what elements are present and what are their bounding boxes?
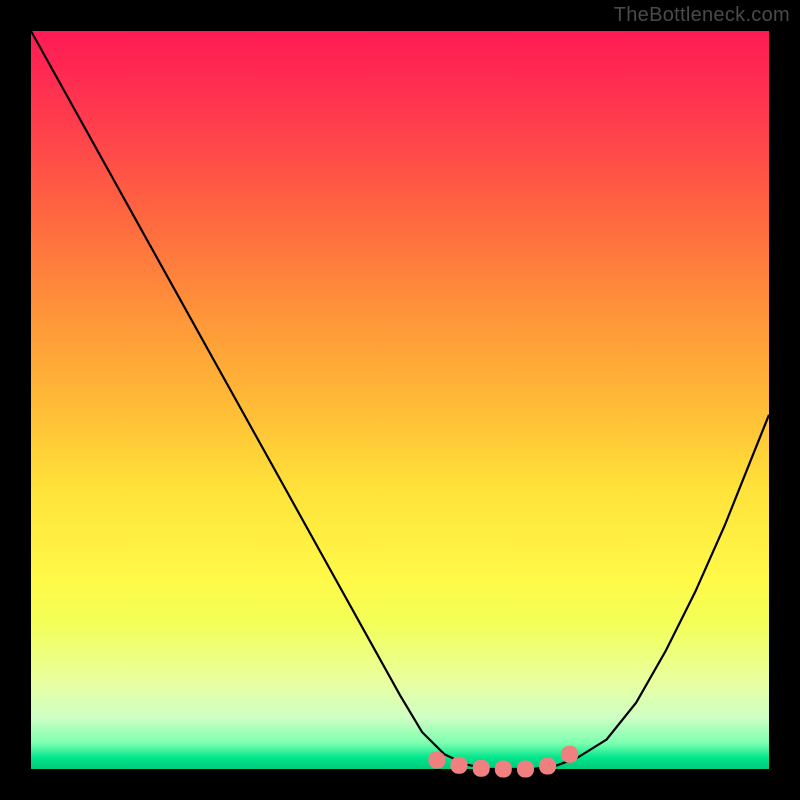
marker-dot: [451, 757, 467, 773]
marker-dot: [495, 761, 511, 777]
marker-dot: [540, 758, 556, 774]
optimal-range-markers: [429, 746, 578, 777]
watermark-text: TheBottleneck.com: [614, 4, 790, 27]
marker-dot: [429, 752, 445, 768]
chart-svg: [31, 31, 769, 769]
plot-area: [31, 31, 769, 769]
marker-dot: [473, 760, 489, 776]
bottleneck-curve: [31, 31, 769, 769]
marker-dot: [518, 761, 534, 777]
marker-dot: [562, 746, 578, 762]
chart-stage: TheBottleneck.com: [0, 0, 800, 800]
